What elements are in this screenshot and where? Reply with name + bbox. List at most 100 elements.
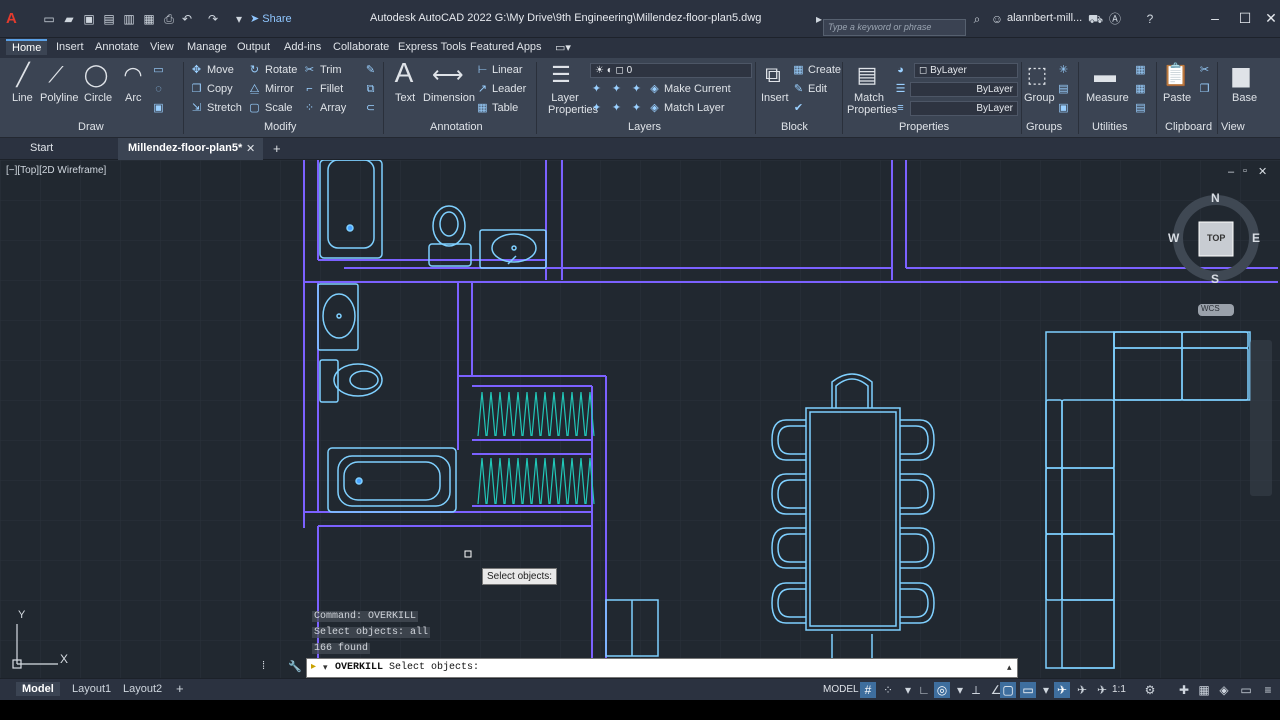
make-current-button[interactable]: Make Current — [664, 83, 731, 95]
measure-icon[interactable]: ▬ — [1092, 62, 1118, 88]
quick-properties-icon[interactable]: ◈ — [1216, 682, 1232, 698]
drawing-viewport[interactable]: [−][Top][2D Wireframe] N S E W TOP WCS Y… — [0, 160, 1280, 678]
command-grip-icon[interactable]: ⁞ — [262, 660, 265, 672]
units-icon[interactable]: ▦ — [1196, 682, 1212, 698]
workspace-gear-icon[interactable]: ⚙ — [1142, 682, 1158, 698]
match-properties-icon[interactable]: ▤ — [854, 62, 880, 88]
model-space-toggle[interactable]: MODEL — [823, 684, 859, 695]
quick-select-icon[interactable]: ▦ — [1134, 64, 1147, 77]
tab-home[interactable]: Home — [6, 39, 48, 55]
utilities-panel-label[interactable]: Utilities — [1092, 121, 1127, 133]
viewcube-west-label[interactable]: W — [1168, 231, 1179, 245]
viewport-restore-icon[interactable]: ▫ — [1243, 165, 1247, 177]
circle-icon[interactable]: ◯ — [83, 62, 109, 88]
osnap-dropdown-icon[interactable]: ▾ — [1038, 682, 1054, 698]
viewport-label[interactable]: [−][Top][2D Wireframe] — [6, 165, 106, 176]
tab-output[interactable]: Output — [237, 41, 270, 53]
modify-panel-label[interactable]: Modify — [264, 121, 296, 133]
autodesk-app-icon[interactable]: Ⓐ — [1108, 12, 1122, 26]
save-as-icon[interactable]: ▤ — [102, 12, 116, 26]
match-layer-button[interactable]: Match Layer — [664, 102, 725, 114]
auto-scale-icon[interactable]: ✈ — [1074, 682, 1090, 698]
edit-block-icon[interactable]: ✎ — [792, 83, 805, 96]
cut-icon[interactable]: ✂ — [1198, 64, 1211, 77]
annotation-scale-icon[interactable]: ✈ — [1094, 682, 1110, 698]
trim-icon[interactable]: ✂ — [303, 64, 316, 77]
match-properties-button[interactable]: Match Properties — [847, 92, 897, 116]
mirror-button[interactable]: Mirror — [265, 83, 294, 95]
ribbon-minimize-icon[interactable]: ▭▾ — [555, 41, 571, 54]
navigation-bar[interactable] — [1250, 340, 1272, 496]
help-icon[interactable]: ? — [1143, 12, 1157, 26]
copy-button[interactable]: Copy — [207, 83, 233, 95]
layers-panel-label[interactable]: Layers — [628, 121, 661, 133]
tab-manage[interactable]: Manage — [187, 41, 227, 53]
color-dropdown[interactable]: ◻ ByLayer — [914, 63, 1018, 78]
object-snap-icon[interactable]: ▢ — [1000, 682, 1016, 698]
dimension-icon[interactable]: ⟷ — [432, 62, 464, 88]
tab-insert[interactable]: Insert — [56, 41, 84, 53]
text-button[interactable]: Text — [395, 92, 415, 104]
draw-panel-label[interactable]: Draw — [78, 121, 104, 133]
viewcube-top-face[interactable]: TOP — [1207, 233, 1225, 243]
viewcube-south-label[interactable]: S — [1211, 272, 1219, 286]
wcs-menu[interactable]: WCS — [1201, 304, 1220, 313]
polyline-icon[interactable]: ⟋ — [43, 62, 69, 88]
viewport-close-icon[interactable]: ✕ — [1258, 165, 1267, 178]
offset-icon[interactable]: ⊂ — [364, 102, 377, 115]
save-icon[interactable]: ▣ — [82, 12, 96, 26]
array-button[interactable]: Array — [320, 102, 346, 114]
tab-view[interactable]: View — [150, 41, 174, 53]
base-button[interactable]: Base — [1232, 92, 1257, 104]
linetype-icon[interactable]: ≡ — [894, 102, 907, 115]
group-select-icon[interactable]: ▣ — [1057, 102, 1070, 115]
move-icon[interactable]: ✥ — [190, 64, 203, 77]
layer-state-icon[interactable]: ✦ — [590, 83, 603, 96]
annotation-visibility-icon[interactable]: ✈ — [1054, 682, 1070, 698]
tab-annotate[interactable]: Annotate — [95, 41, 139, 53]
line-button[interactable]: Line — [12, 92, 33, 104]
new-file-icon[interactable]: ▭ — [42, 12, 56, 26]
measure-button[interactable]: Measure — [1086, 92, 1129, 104]
print-icon[interactable]: ⎙ — [162, 12, 176, 26]
rotate-icon[interactable]: ↻ — [248, 64, 261, 77]
trim-button[interactable]: Trim — [320, 64, 342, 76]
linear-button[interactable]: Linear — [492, 64, 523, 76]
tab-collaborate[interactable]: Collaborate — [333, 41, 389, 53]
layer-dropdown[interactable]: ☀ ◐ ◻ 0 — [590, 63, 752, 78]
annotation-scale-value[interactable]: 1:1 — [1112, 684, 1126, 695]
grid-toggle-icon[interactable]: # — [860, 682, 876, 698]
command-line-input[interactable]: ▸ ▾ OVERKILL Select objects: ▴ — [306, 658, 1018, 678]
ungroup-icon[interactable]: ✳ — [1057, 64, 1070, 77]
stretch-icon[interactable]: ⇲ — [190, 102, 203, 115]
polar-dropdown-icon[interactable]: ▾ — [952, 682, 968, 698]
minimize-icon[interactable]: – — [1200, 8, 1230, 28]
lineweight-dropdown[interactable]: ByLayer — [910, 82, 1018, 97]
lineweight-icon[interactable]: ☰ — [894, 83, 907, 96]
rotate-button[interactable]: Rotate — [265, 64, 297, 76]
calculator-icon[interactable]: ▤ — [1134, 102, 1147, 115]
fillet-icon[interactable]: ⌐ — [303, 83, 316, 96]
search-icon[interactable]: ⌕ — [970, 12, 984, 26]
layout-tab-model[interactable]: Model — [16, 682, 60, 696]
snap-dropdown-icon[interactable]: ▾ — [900, 682, 916, 698]
start-tab[interactable]: Start — [30, 142, 53, 154]
scale-icon[interactable]: ▢ — [248, 102, 261, 115]
layer-freeze-icon[interactable]: ✦ — [630, 83, 643, 96]
table-icon[interactable]: ▦ — [476, 102, 489, 115]
block-attribute-icon[interactable]: ✔ — [792, 102, 805, 115]
viewcube-east-label[interactable]: E — [1252, 231, 1260, 245]
make-current-icon[interactable]: ◈ — [648, 83, 661, 96]
text-icon[interactable]: A — [391, 59, 417, 87]
isodraft-icon[interactable]: ⟂ — [968, 682, 984, 698]
insert-block-icon[interactable]: ⧉ — [760, 62, 786, 88]
search-input[interactable]: Type a keyword or phrase — [823, 19, 966, 36]
array-icon[interactable]: ⁘ — [303, 102, 316, 115]
dimension-button[interactable]: Dimension — [423, 92, 475, 104]
open-folder-icon[interactable]: ▰ — [62, 12, 76, 26]
hatch-icon[interactable]: ◌ — [152, 83, 165, 96]
fillet-button[interactable]: Fillet — [320, 83, 343, 95]
layout-tab-layout2[interactable]: Layout2 — [117, 682, 168, 696]
rectangle-icon[interactable]: ▭ — [152, 64, 165, 77]
customize-command-icon[interactable]: 🔧 — [288, 660, 302, 673]
